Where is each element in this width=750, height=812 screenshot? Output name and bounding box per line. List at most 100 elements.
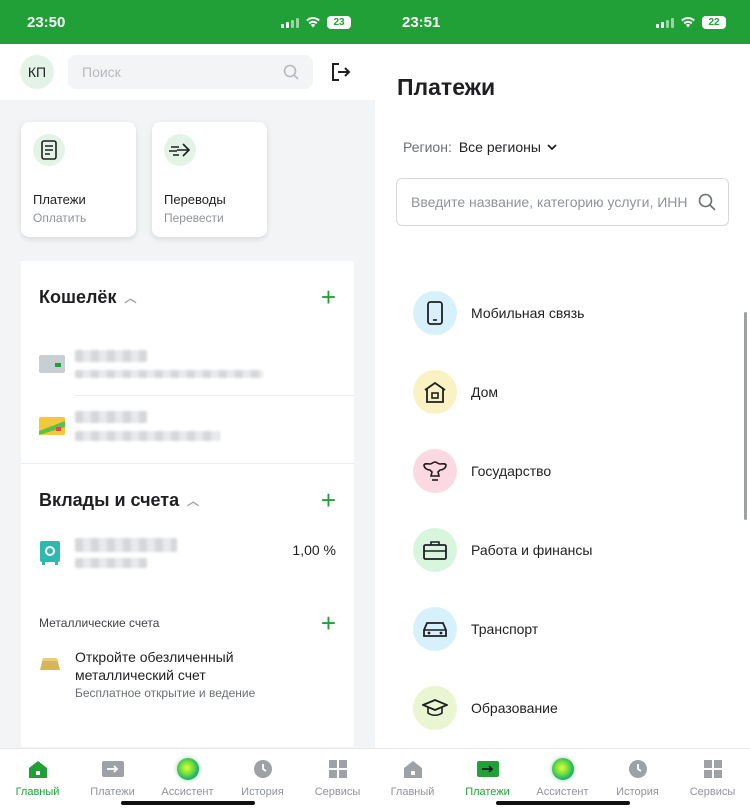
wifi-icon	[306, 17, 320, 28]
wifi-icon	[681, 17, 695, 28]
status-bar: 23:51 22	[375, 0, 750, 44]
tab-label: История	[241, 786, 284, 798]
bottom-tab-bar: Главный Платежи Ассистент История Сервис…	[375, 748, 750, 812]
tab-assistant[interactable]: Ассистент	[153, 757, 223, 798]
transfer-icon	[476, 757, 499, 781]
deposit-rate: 1,00 %	[292, 542, 336, 558]
card-row[interactable]	[21, 333, 354, 395]
logout-button[interactable]	[327, 58, 355, 86]
signal-icon	[281, 17, 299, 28]
avatar[interactable]: КП	[20, 55, 54, 89]
category-education[interactable]: Образование	[413, 668, 743, 747]
category-label: Государство	[471, 462, 552, 479]
masked-card-name	[75, 350, 147, 362]
logout-icon	[332, 63, 351, 81]
status-time: 23:51	[402, 13, 441, 31]
graduation-cap-icon	[413, 685, 457, 730]
masked-card-details	[75, 370, 263, 378]
wallet-header: Кошелёк ︿ +	[21, 261, 354, 333]
tab-services[interactable]: Сервисы	[303, 757, 373, 798]
add-wallet-button[interactable]: +	[321, 284, 336, 310]
category-label: Транспорт	[471, 620, 539, 637]
tab-payments[interactable]: Платежи	[78, 757, 148, 798]
masked-card-details	[75, 431, 220, 441]
deposits-title: Вклады и счета	[39, 489, 180, 510]
status-time: 23:50	[27, 13, 66, 31]
tab-label: Сервисы	[314, 786, 361, 798]
add-deposit-button[interactable]: +	[321, 487, 336, 513]
category-transport[interactable]: Транспорт	[413, 589, 743, 668]
phone-icon	[413, 290, 457, 335]
card-icon	[39, 355, 65, 373]
metal-account-promo[interactable]: Откройте обезличенный металлический счет…	[21, 644, 354, 700]
category-list: Мобильная связь Дом Государство Работа и…	[413, 273, 743, 747]
deposit-row[interactable]: 1,00 %	[21, 536, 354, 592]
card-icon	[39, 417, 65, 435]
home-screen: 23:50 23 КП Поиск Платежи Оплатить Перев…	[0, 0, 375, 812]
deposits-toggle[interactable]: Вклады и счета ︿	[39, 490, 199, 511]
tab-payments[interactable]: Платежи	[453, 757, 523, 798]
payments-screen: 23:51 22 Платежи Регион: Все регионы Вве…	[375, 0, 750, 812]
accounts-card: Кошелёк ︿ + Вклады и счета ︿ + 1,00 % Ме…	[21, 261, 354, 747]
region-selector[interactable]: Регион: Все регионы	[375, 118, 750, 162]
tile-title: Платежи	[33, 192, 86, 207]
arrow-transfer-icon	[164, 134, 196, 166]
tab-home[interactable]: Главный	[3, 757, 73, 798]
category-label: Мобильная связь	[471, 304, 585, 321]
category-label: Образование	[471, 699, 558, 716]
home-indicator	[496, 801, 630, 805]
briefcase-icon	[413, 527, 457, 572]
search-icon	[283, 64, 299, 80]
wallet-title: Кошелёк	[39, 286, 117, 307]
metal-section-label: Металлические счета	[39, 616, 160, 630]
tab-history[interactable]: История	[228, 757, 298, 798]
scrollbar[interactable]	[744, 312, 747, 520]
grid-icon	[703, 757, 722, 781]
chevron-up-icon: ︿	[187, 493, 200, 508]
grid-icon	[328, 757, 347, 781]
category-work-finance[interactable]: Работа и финансы	[413, 510, 743, 589]
battery-indicator: 22	[702, 15, 726, 29]
masked-deposit-name	[75, 538, 177, 552]
transfer-icon	[101, 757, 124, 781]
search-input[interactable]: Поиск	[68, 55, 313, 89]
house-icon	[413, 369, 457, 414]
tab-label: Платежи	[465, 786, 510, 798]
category-mobile[interactable]: Мобильная связь	[413, 273, 743, 352]
category-label: Работа и финансы	[471, 541, 593, 558]
transfers-tile[interactable]: Переводы Перевести	[152, 122, 267, 237]
tab-history[interactable]: История	[603, 757, 673, 798]
search-placeholder: Введите название, категорию услуги, ИНН	[411, 194, 688, 210]
quick-actions: Платежи Оплатить Переводы Перевести	[0, 100, 375, 237]
tile-subtitle: Перевести	[164, 211, 224, 225]
signal-icon	[656, 17, 674, 28]
home-header: КП Поиск	[0, 44, 375, 100]
car-icon	[413, 606, 457, 651]
search-placeholder: Поиск	[82, 64, 121, 80]
tab-label: Ассистент	[161, 786, 214, 798]
add-metal-account-button[interactable]: +	[321, 610, 336, 636]
tab-services[interactable]: Сервисы	[678, 757, 748, 798]
chevron-down-icon	[547, 143, 557, 150]
card-row[interactable]	[21, 395, 354, 457]
metal-promo-subtitle: Бесплатное открытие и ведение	[75, 686, 256, 700]
category-home[interactable]: Дом	[413, 352, 743, 431]
clock-icon	[253, 757, 273, 781]
payments-tile[interactable]: Платежи Оплатить	[21, 122, 136, 237]
category-government[interactable]: Государство	[413, 431, 743, 510]
battery-indicator: 23	[327, 15, 351, 29]
tile-subtitle: Оплатить	[33, 211, 87, 225]
tab-label: Платежи	[90, 786, 135, 798]
safe-icon	[40, 541, 60, 565]
tab-assistant[interactable]: Ассистент	[528, 757, 598, 798]
payment-search-input[interactable]: Введите название, категорию услуги, ИНН	[396, 178, 729, 226]
search-icon	[698, 193, 716, 211]
category-label: Дом	[471, 383, 499, 400]
wallet-toggle[interactable]: Кошелёк ︿	[39, 287, 136, 308]
bottom-tab-bar: Главный Платежи Ассистент История Сервис…	[0, 748, 375, 812]
tab-home[interactable]: Главный	[378, 757, 448, 798]
gold-bar-icon	[40, 658, 60, 670]
deposits-header: Вклады и счета ︿ +	[21, 464, 354, 536]
masked-deposit-balance	[75, 558, 147, 568]
tab-label: Сервисы	[689, 786, 736, 798]
